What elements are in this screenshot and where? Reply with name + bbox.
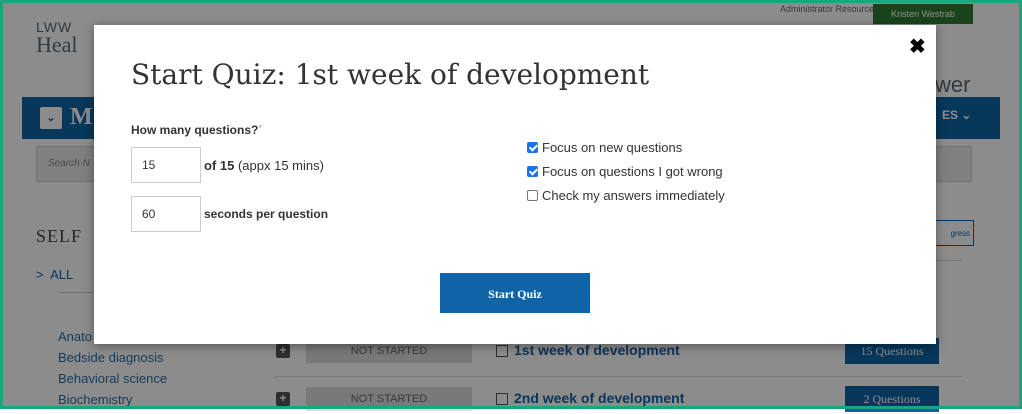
question-total-text: of 15 (appx 15 mins) (204, 158, 324, 173)
required-mark: * (258, 123, 262, 133)
how-many-label: How many questions?* (131, 123, 262, 137)
checkbox-unchecked[interactable] (527, 190, 538, 201)
checkbox-checked[interactable] (527, 142, 538, 153)
start-quiz-modal: Start Quiz: 1st week of development ✖ Ho… (94, 25, 936, 344)
checkbox-checked[interactable] (527, 166, 538, 177)
option-focus-wrong[interactable]: Focus on questions I got wrong (527, 164, 723, 179)
start-quiz-button[interactable]: Start Quiz (440, 273, 590, 313)
seconds-per-question-input[interactable] (131, 196, 201, 232)
option-check-immediately[interactable]: Check my answers immediately (527, 188, 725, 203)
option-focus-new[interactable]: Focus on new questions (527, 140, 682, 155)
question-count-input[interactable] (131, 147, 201, 183)
modal-title: Start Quiz: 1st week of development (131, 58, 650, 91)
seconds-label: seconds per question (204, 207, 329, 221)
close-icon[interactable]: ✖ (909, 34, 926, 59)
